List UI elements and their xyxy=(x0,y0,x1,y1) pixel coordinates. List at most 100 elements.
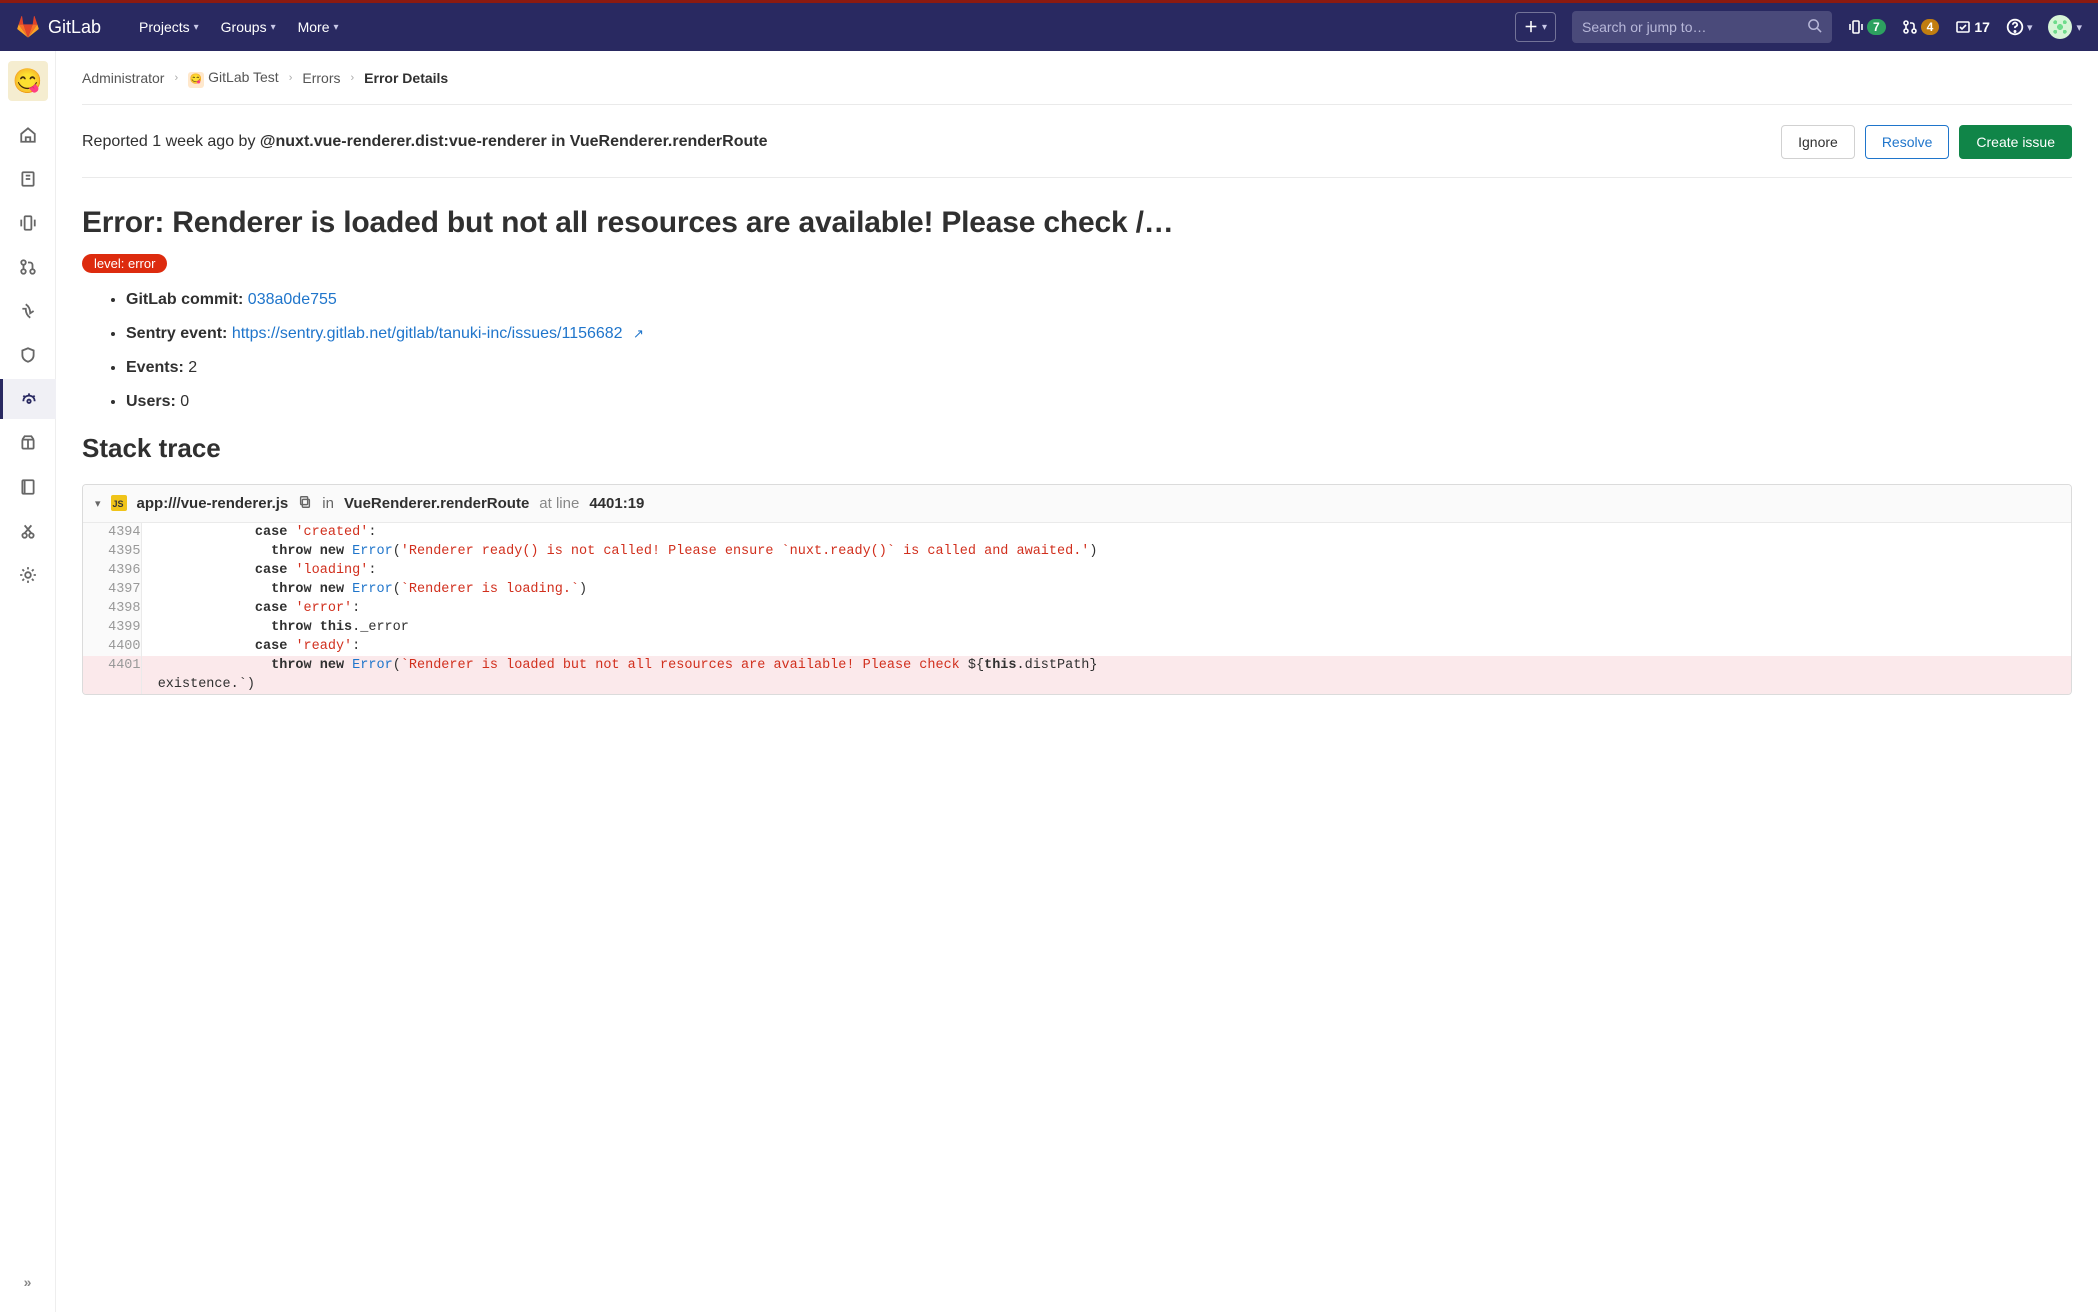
code-line: 4401 throw new Error(`Renderer is loaded… xyxy=(83,656,2071,675)
brand-text: GitLab xyxy=(48,17,101,38)
sidebar-repository[interactable] xyxy=(0,159,56,199)
todos-counter[interactable]: 17 xyxy=(1955,19,1990,35)
sidebar-cicd[interactable] xyxy=(0,291,56,331)
code-line: 4399 throw this._error xyxy=(83,618,2071,637)
line-number xyxy=(83,675,141,694)
detail-commit: GitLab commit: 038a0de755 xyxy=(126,291,2072,309)
search-input[interactable] xyxy=(1582,19,1807,35)
project-avatar[interactable]: 😋 xyxy=(8,61,48,101)
merge-request-icon xyxy=(1902,19,1918,35)
project-sidebar: 😋 » xyxy=(0,51,56,1312)
sentry-link[interactable]: https://sentry.gitlab.net/gitlab/tanuki-… xyxy=(232,325,623,342)
nav-projects[interactable]: Projects▾ xyxy=(139,19,199,35)
code-line: 4400 case 'ready': xyxy=(83,637,2071,656)
frame-file: app:///vue-renderer.js xyxy=(137,495,289,512)
help-dropdown[interactable]: ▾ xyxy=(2006,18,2033,36)
merge-requests-counter[interactable]: 4 xyxy=(1902,19,1940,35)
code-content: existence.`) xyxy=(141,675,2071,694)
line-number: 4396 xyxy=(83,561,141,580)
line-number: 4401 xyxy=(83,656,141,675)
code-line: 4396 case 'loading': xyxy=(83,561,2071,580)
crumb-error-details: Error Details xyxy=(364,70,448,86)
user-avatar-icon xyxy=(2048,15,2072,39)
error-details-list: GitLab commit: 038a0de755 Sentry event: … xyxy=(82,291,2072,411)
frame-in-label: in xyxy=(322,495,334,512)
mr-badge: 4 xyxy=(1921,19,1940,35)
top-navbar: GitLab Projects▾ Groups▾ More▾ ＋ ▾ xyxy=(0,3,2098,51)
search-icon xyxy=(1807,18,1822,36)
line-number: 4400 xyxy=(83,637,141,656)
chevron-right-icon: › xyxy=(174,72,178,84)
breadcrumb: Administrator › 😋GitLab Test › Errors › … xyxy=(82,69,2072,105)
report-summary: Reported 1 week ago by @nuxt.vue-rendere… xyxy=(82,133,767,151)
resolve-button[interactable]: Resolve xyxy=(1865,125,1950,159)
chevron-down-icon: ▾ xyxy=(194,22,199,33)
stack-frame: ▾ JS app:///vue-renderer.js in VueRender… xyxy=(82,484,2072,695)
sidebar-settings[interactable] xyxy=(0,555,56,595)
sidebar-merge-requests[interactable] xyxy=(0,247,56,287)
code-line: 4395 throw new Error('Renderer ready() i… xyxy=(83,542,2071,561)
frame-line: 4401:19 xyxy=(589,495,644,512)
code-line: existence.`) xyxy=(83,675,2071,694)
stack-trace-heading: Stack trace xyxy=(82,433,2072,464)
frame-function: VueRenderer.renderRoute xyxy=(344,495,529,512)
copy-icon[interactable] xyxy=(298,495,312,512)
sidebar-home[interactable] xyxy=(0,115,56,155)
sidebar-snippets[interactable] xyxy=(0,511,56,551)
code-content: throw this._error xyxy=(141,618,2071,637)
code-content: case 'created': xyxy=(141,523,2071,542)
line-number: 4398 xyxy=(83,599,141,618)
nav-more[interactable]: More▾ xyxy=(298,19,339,35)
detail-users: Users: 0 xyxy=(126,393,2072,411)
code-content: throw new Error(`Renderer is loading.`) xyxy=(141,580,2071,599)
sidebar-operations[interactable] xyxy=(0,379,56,419)
line-number: 4394 xyxy=(83,523,141,542)
commit-link[interactable]: 038a0de755 xyxy=(248,291,337,308)
frame-at-label: at line xyxy=(539,495,579,512)
main-content: Administrator › 😋GitLab Test › Errors › … xyxy=(56,51,2098,1312)
crumb-project[interactable]: 😋GitLab Test xyxy=(188,69,279,88)
sidebar-expand[interactable]: » xyxy=(0,1262,56,1302)
chevron-right-icon: › xyxy=(289,72,293,84)
issues-counter[interactable]: 7 xyxy=(1848,19,1886,35)
question-icon xyxy=(2006,18,2024,36)
detail-events: Events: 2 xyxy=(126,359,2072,377)
line-number: 4399 xyxy=(83,618,141,637)
code-content: case 'loading': xyxy=(141,561,2071,580)
issues-icon xyxy=(1848,19,1864,35)
code-line: 4397 throw new Error(`Renderer is loadin… xyxy=(83,580,2071,599)
sidebar-issues[interactable] xyxy=(0,203,56,243)
crumb-errors[interactable]: Errors xyxy=(302,70,340,86)
sidebar-wiki[interactable] xyxy=(0,467,56,507)
todos-count: 17 xyxy=(1974,19,1990,35)
sidebar-packages[interactable] xyxy=(0,423,56,463)
error-title: Error: Renderer is loaded but not all re… xyxy=(82,206,2072,240)
chevron-down-icon: ▾ xyxy=(2027,21,2033,34)
crumb-administrator[interactable]: Administrator xyxy=(82,70,164,86)
code-content: throw new Error(`Renderer is loaded but … xyxy=(141,656,2071,675)
create-issue-button[interactable]: Create issue xyxy=(1959,125,2072,159)
chevron-down-icon: ▾ xyxy=(271,22,276,33)
collapse-caret-icon[interactable]: ▾ xyxy=(95,497,101,510)
line-number: 4397 xyxy=(83,580,141,599)
chevron-down-icon: ▾ xyxy=(334,22,339,33)
user-menu[interactable]: ▾ xyxy=(2048,15,2082,39)
detail-sentry: Sentry event: https://sentry.gitlab.net/… xyxy=(126,325,2072,343)
project-icon: 😋 xyxy=(188,72,204,88)
global-search[interactable] xyxy=(1572,11,1832,43)
code-block: 4394 case 'created':4395 throw new Error… xyxy=(83,523,2071,694)
external-link-icon: ↗ xyxy=(633,326,644,341)
issues-badge: 7 xyxy=(1867,19,1886,35)
code-content: case 'error': xyxy=(141,599,2071,618)
gitlab-logo[interactable]: GitLab xyxy=(16,15,101,39)
ignore-button[interactable]: Ignore xyxy=(1781,125,1855,159)
nav-groups[interactable]: Groups▾ xyxy=(221,19,276,35)
code-content: throw new Error('Renderer ready() is not… xyxy=(141,542,2071,561)
sidebar-security[interactable] xyxy=(0,335,56,375)
chevron-down-icon: ▾ xyxy=(1542,22,1547,33)
todos-icon xyxy=(1955,19,1971,35)
chevron-right-icon: › xyxy=(351,72,355,84)
new-dropdown[interactable]: ＋ ▾ xyxy=(1515,12,1556,42)
code-line: 4398 case 'error': xyxy=(83,599,2071,618)
level-badge: level: error xyxy=(82,254,167,273)
